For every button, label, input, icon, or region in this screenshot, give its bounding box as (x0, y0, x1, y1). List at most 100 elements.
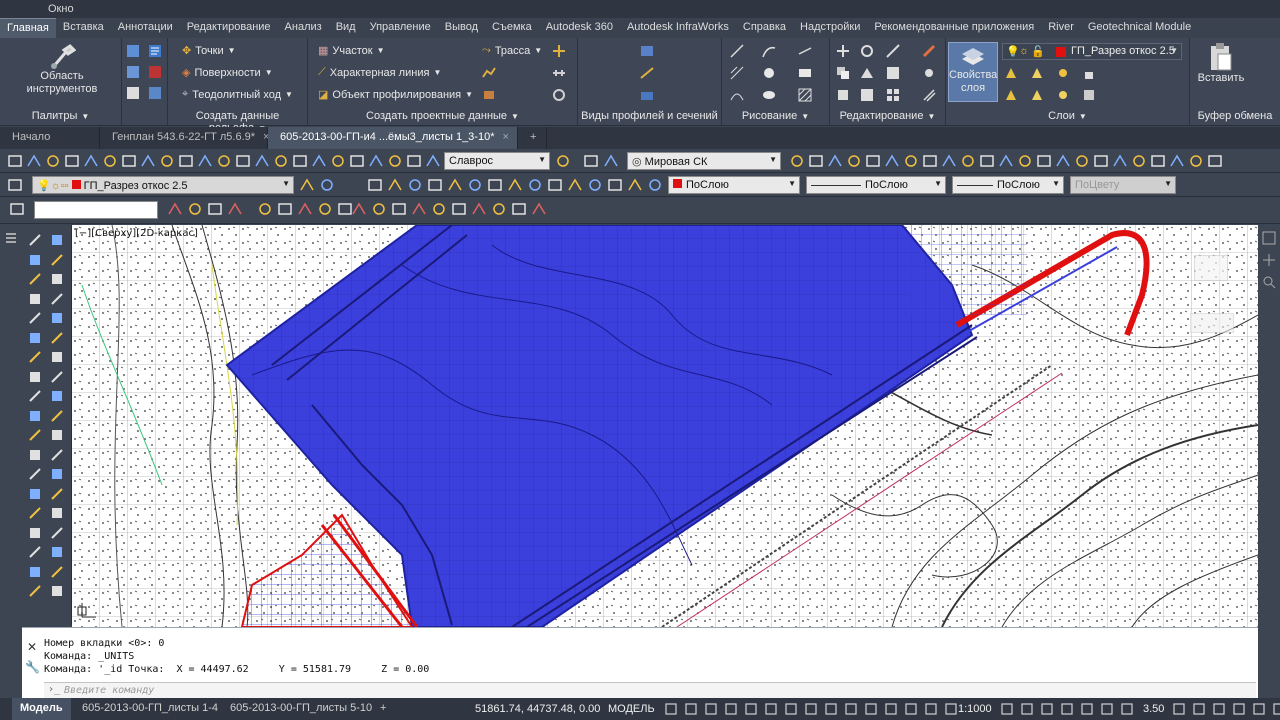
lineweight-dropdown[interactable]: ПоСлою ▼ (952, 176, 1064, 194)
dimension-tool-icon[interactable] (1037, 154, 1051, 168)
dimension-tool-icon[interactable] (1075, 154, 1089, 168)
status-toggle-icon[interactable] (764, 702, 778, 716)
draw-tool-icon[interactable] (28, 506, 42, 520)
annotation-tool-icon[interactable] (318, 202, 332, 216)
draw-tool-icon[interactable] (28, 409, 42, 423)
draw-tool-icon[interactable] (28, 311, 42, 325)
annotation-scale[interactable]: 1:1000 (958, 703, 992, 715)
draw-tool-icon[interactable] (28, 350, 42, 364)
dimension-tool-icon[interactable] (388, 154, 402, 168)
xline-icon[interactable] (798, 44, 812, 58)
sheetset-icon[interactable] (148, 86, 162, 100)
layer-tool-icon[interactable] (300, 178, 314, 192)
panel-title-draw[interactable]: Рисование ▼ (722, 110, 829, 124)
status-toggle-icon[interactable] (904, 702, 918, 716)
draw-tool-icon[interactable] (28, 389, 42, 403)
dimension-tool-icon[interactable] (350, 154, 364, 168)
draw-tool-icon[interactable] (50, 467, 64, 481)
drawing-canvas[interactable]: [−][Сверху][2D-каркас] (72, 225, 1258, 627)
layer-lock-icon[interactable] (1082, 66, 1096, 80)
dimension-tool-icon[interactable] (407, 154, 421, 168)
pan-icon[interactable] (1262, 253, 1276, 267)
paste-button[interactable]: Вставить (1192, 42, 1250, 85)
annotation-tool-icon[interactable] (278, 202, 292, 216)
layer-tool-icon[interactable] (8, 178, 22, 192)
dimension-tool-icon[interactable] (122, 154, 136, 168)
annotation-tool-icon[interactable] (432, 202, 446, 216)
close-tab-icon[interactable]: × (502, 131, 508, 143)
annotation-tool-icon[interactable] (452, 202, 466, 216)
annotation-tool-icon[interactable] (208, 202, 222, 216)
properties-palette-icon[interactable] (4, 231, 18, 245)
status-toggle-icon[interactable] (924, 702, 938, 716)
dimension-tool-icon[interactable] (312, 154, 326, 168)
ellipse-icon[interactable] (762, 88, 776, 102)
ribbon-tab[interactable]: Autodesk 360 (539, 18, 620, 38)
status-toggle-icon[interactable] (744, 702, 758, 716)
layer-thaw-icon[interactable] (1056, 88, 1070, 102)
layer-dropdown[interactable]: 💡 ☼ 🔓 ГП_Разрез откос 2.5 ▼ (1002, 43, 1182, 60)
status-toggle-icon[interactable] (1020, 702, 1034, 716)
dimension-tool-icon[interactable] (885, 154, 899, 168)
profile-view-icon[interactable] (640, 44, 654, 58)
dimension-tool-icon[interactable] (866, 154, 880, 168)
layer-off-icon[interactable] (1004, 66, 1018, 80)
ribbon-tab[interactable]: Надстройки (793, 18, 867, 38)
dimension-tool-icon[interactable] (828, 154, 842, 168)
text-style-dropdown[interactable]: Славрос ▼ (444, 152, 550, 170)
dimension-tool-icon[interactable] (904, 154, 918, 168)
layer-tool-icon[interactable] (568, 178, 582, 192)
layer-match-icon[interactable] (1004, 88, 1018, 102)
full-navigation-wheel-icon[interactable] (1262, 231, 1276, 245)
document-tab[interactable]: Генплан 543.6-22-ГТ л5.6.9* × (100, 127, 269, 149)
ribbon-tab[interactable]: River (1041, 18, 1081, 38)
draw-tool-icon[interactable] (28, 253, 42, 267)
ribbon-tab[interactable]: Главная (0, 18, 56, 38)
draw-tool-icon[interactable] (50, 292, 64, 306)
surfaces-button[interactable]: ◈ Поверхности ▼ (182, 66, 273, 80)
viewcube[interactable] (1194, 255, 1228, 281)
prospector-icon[interactable] (126, 44, 140, 58)
document-tab[interactable]: Начало (0, 127, 100, 149)
annotation-tool-icon[interactable] (372, 202, 386, 216)
dimension-tool-icon[interactable] (293, 154, 307, 168)
annotation-tool-icon[interactable] (338, 202, 352, 216)
dimension-tool-icon[interactable] (103, 154, 117, 168)
draw-tool-icon[interactable] (28, 233, 42, 247)
dimension-tool-icon[interactable] (217, 154, 231, 168)
annotation-tool-icon[interactable] (188, 202, 202, 216)
draw-tool-icon[interactable] (50, 331, 64, 345)
panel-title-design[interactable]: Создать проектные данные ▼ (308, 110, 577, 124)
draw-tool-icon[interactable] (50, 311, 64, 325)
document-tab[interactable]: 605-2013-00-ГП-и4 ...ёмы3_листы 1_3-10* × (268, 127, 518, 149)
profile-icon[interactable] (482, 66, 496, 80)
dimension-tool-icon[interactable] (584, 154, 598, 168)
status-toggle-icon[interactable] (864, 702, 878, 716)
layer-tool-icon[interactable] (628, 178, 642, 192)
panel-title-palettes[interactable]: Палитры ▼ (0, 110, 121, 124)
status-toggle-icon[interactable] (684, 702, 698, 716)
ribbon-tab[interactable]: Съемка (485, 18, 539, 38)
dimension-tool-icon[interactable] (179, 154, 193, 168)
dimension-tool-icon[interactable] (980, 154, 994, 168)
layer-tool-icon[interactable] (468, 178, 482, 192)
explode-icon[interactable] (922, 66, 936, 80)
annotation-tool-icon[interactable] (352, 202, 366, 216)
dimension-tool-icon[interactable] (1170, 154, 1184, 168)
draw-tool-icon[interactable] (50, 526, 64, 540)
toolpalette-icon[interactable] (126, 65, 140, 79)
dimension-tool-icon[interactable] (923, 154, 937, 168)
color-dropdown[interactable]: ПоСлою ▼ (668, 176, 800, 194)
dimension-tool-icon[interactable] (1132, 154, 1146, 168)
status-toggle-icon[interactable] (704, 702, 718, 716)
grading-button[interactable]: ◪ Объект профилирования ▼ (318, 88, 473, 102)
layer-tool-icon[interactable] (588, 178, 602, 192)
corridor-icon[interactable] (482, 88, 496, 102)
featureline-button[interactable]: ⟋ Характерная линия ▼ (318, 66, 441, 79)
dimension-tool-icon[interactable] (1113, 154, 1127, 168)
fillet-icon[interactable] (886, 66, 900, 80)
dimension-tool-icon[interactable] (369, 154, 383, 168)
layer-freeze-icon[interactable] (1056, 66, 1070, 80)
layout-tab-2[interactable]: 605-2013-00-ГП_листы 5-10 (222, 698, 380, 720)
scale-icon[interactable] (860, 88, 874, 102)
